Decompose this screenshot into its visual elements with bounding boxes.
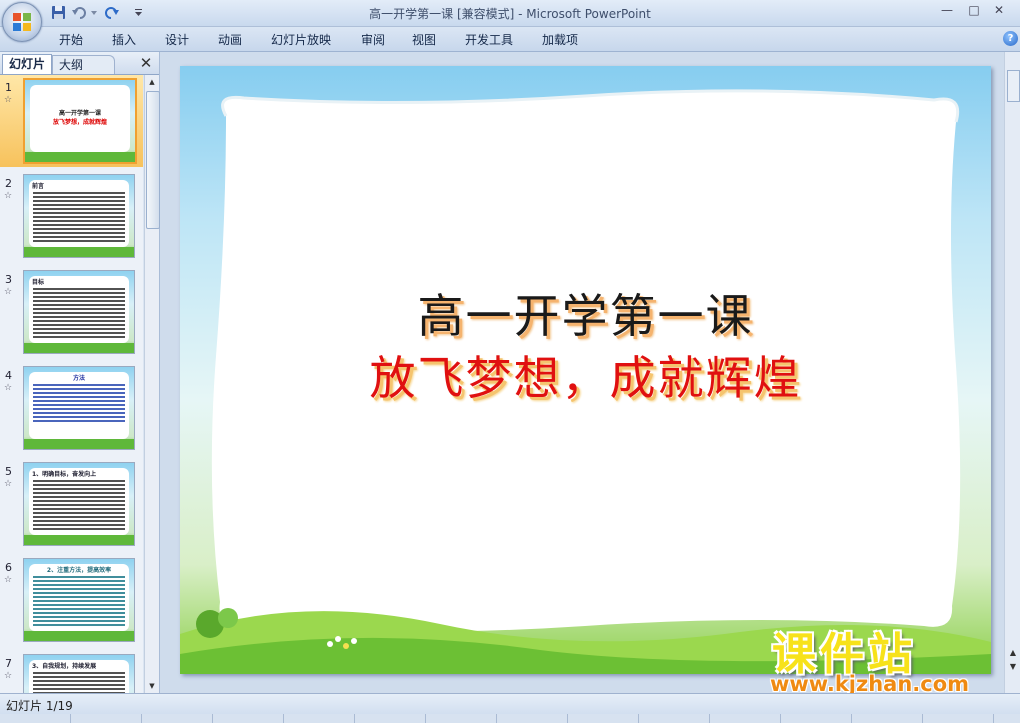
animation-star-icon: ☆	[4, 671, 13, 681]
status-bar: 幻灯片 1/19	[0, 693, 1020, 723]
slide-number: 6	[5, 561, 12, 574]
slide-preview: 高一开学第一课 放飞梦想，成就辉煌	[23, 78, 137, 164]
thumb-heading: 前言	[32, 183, 45, 190]
tab-slide-show[interactable]: 幻灯片放映	[271, 31, 331, 48]
slide-preview: 前言	[23, 174, 135, 258]
slide-number: 1	[5, 81, 12, 94]
tab-design[interactable]: 设计	[165, 31, 189, 48]
previous-slide-icon[interactable]: ▲	[1007, 648, 1019, 658]
slide-thumbnail-1[interactable]: 1 ☆ 高一开学第一课 放飞梦想，成就辉煌	[0, 75, 143, 167]
thumb-heading: 3、自我规划，持续发展	[32, 663, 97, 670]
thumb-body-text	[33, 383, 125, 423]
tab-add-ins[interactable]: 加载项	[542, 31, 578, 48]
slide-thumbnail-5[interactable]: 5 ☆ 1、明确目标，奋发向上	[0, 459, 143, 551]
thumb-body-text	[33, 671, 125, 693]
slide-editing-area: 高一开学第一课 放飞梦想，成就辉煌 ▲ ▼	[160, 52, 1020, 693]
slide-canvas[interactable]: 高一开学第一课 放飞梦想，成就辉煌	[180, 66, 991, 674]
slide-number: 2	[5, 177, 12, 190]
animation-star-icon: ☆	[4, 95, 13, 105]
help-icon[interactable]: ?	[1003, 31, 1018, 46]
tab-slides[interactable]: 幻灯片	[2, 54, 52, 74]
slide-thumbnail-6[interactable]: 6 ☆ 2、注重方法，提高效率	[0, 555, 143, 647]
maximize-button[interactable]: □	[965, 2, 983, 18]
scroll-down-icon[interactable]: ▼	[145, 679, 159, 693]
thumb-title: 高一开学第一课	[58, 110, 101, 117]
thumb-heading: 1、明确目标，奋发向上	[32, 471, 97, 478]
slide-preview: 1、明确目标，奋发向上	[23, 462, 135, 546]
thumb-heading: 目标	[32, 279, 45, 286]
tab-review[interactable]: 审阅	[361, 31, 385, 48]
ribbon-tabs: 开始 插入 设计 动画 幻灯片放映 审阅 视图 开发工具 加载项 ?	[0, 27, 1020, 52]
slide-preview: 2、注重方法，提高效率	[23, 558, 135, 642]
thumb-subtitle: 放飞梦想，成就辉煌	[52, 119, 107, 126]
pane-close-icon[interactable]: ✕	[138, 54, 154, 72]
close-button[interactable]: ✕	[990, 2, 1008, 18]
thumb-body-text	[33, 479, 125, 531]
window-title: 高一开学第一课 [兼容模式] - Microsoft PowerPoint	[369, 7, 651, 21]
slides-pane: 幻灯片 大纲 ✕ 1 ☆ 高一开学第一课 放飞梦想，成就辉煌 2 ☆ 前言 3 …	[0, 52, 160, 693]
tab-insert[interactable]: 插入	[112, 31, 136, 48]
tab-outline[interactable]: 大纲	[52, 55, 115, 74]
thumb-heading: 方法	[72, 375, 85, 382]
tab-view[interactable]: 视图	[412, 31, 436, 48]
slide-thumbnail-4[interactable]: 4 ☆ 方法	[0, 363, 143, 455]
minimize-button[interactable]: —	[938, 2, 956, 18]
slide-preview: 目标	[23, 270, 135, 354]
slide-thumbnail-2[interactable]: 2 ☆ 前言	[0, 171, 143, 263]
slide-preview: 方法	[23, 366, 135, 450]
thumb-body-text	[33, 575, 125, 627]
office-button[interactable]	[2, 2, 42, 42]
slide-number: 4	[5, 369, 12, 382]
tab-animations[interactable]: 动画	[218, 31, 242, 48]
tab-home[interactable]: 开始	[59, 31, 83, 48]
slide-preview: 3、自我规划，持续发展	[23, 654, 135, 693]
thumbnail-scrollbar[interactable]: ▲ ▼	[144, 75, 160, 693]
scroll-thumb[interactable]	[1007, 70, 1020, 102]
slide-number: 5	[5, 465, 12, 478]
scroll-thumb[interactable]	[146, 91, 160, 229]
slide-scrollbar[interactable]: ▲ ▼	[1004, 52, 1020, 693]
animation-star-icon: ☆	[4, 575, 13, 585]
title-bar: 高一开学第一课 [兼容模式] - Microsoft PowerPoint — …	[0, 0, 1020, 27]
thumb-body-text	[33, 287, 125, 339]
slide-thumbnail-3[interactable]: 3 ☆ 目标	[0, 267, 143, 359]
office-logo-icon	[13, 13, 31, 31]
animation-star-icon: ☆	[4, 479, 13, 489]
tab-developer[interactable]: 开发工具	[465, 31, 513, 48]
slide-subtitle[interactable]: 放飞梦想，成就辉煌	[180, 342, 991, 408]
thumb-body-text	[33, 191, 125, 243]
animation-star-icon: ☆	[4, 287, 13, 297]
slide-number: 3	[5, 273, 12, 286]
thumb-heading: 2、注重方法，提高效率	[46, 567, 112, 574]
slide-thumbnail-list: 1 ☆ 高一开学第一课 放飞梦想，成就辉煌 2 ☆ 前言 3 ☆ 目标 4 ☆ …	[0, 75, 143, 693]
scroll-up-icon[interactable]: ▲	[145, 75, 159, 89]
slide-thumbnail-7[interactable]: 7 ☆ 3、自我规划，持续发展	[0, 651, 143, 693]
next-slide-icon[interactable]: ▼	[1007, 662, 1019, 672]
pane-tabs: 幻灯片 大纲 ✕	[0, 52, 159, 75]
animation-star-icon: ☆	[4, 191, 13, 201]
slide-indicator: 幻灯片 1/19	[6, 699, 73, 713]
slide-title[interactable]: 高一开学第一课	[180, 280, 991, 346]
slide-number: 7	[5, 657, 12, 670]
animation-star-icon: ☆	[4, 383, 13, 393]
